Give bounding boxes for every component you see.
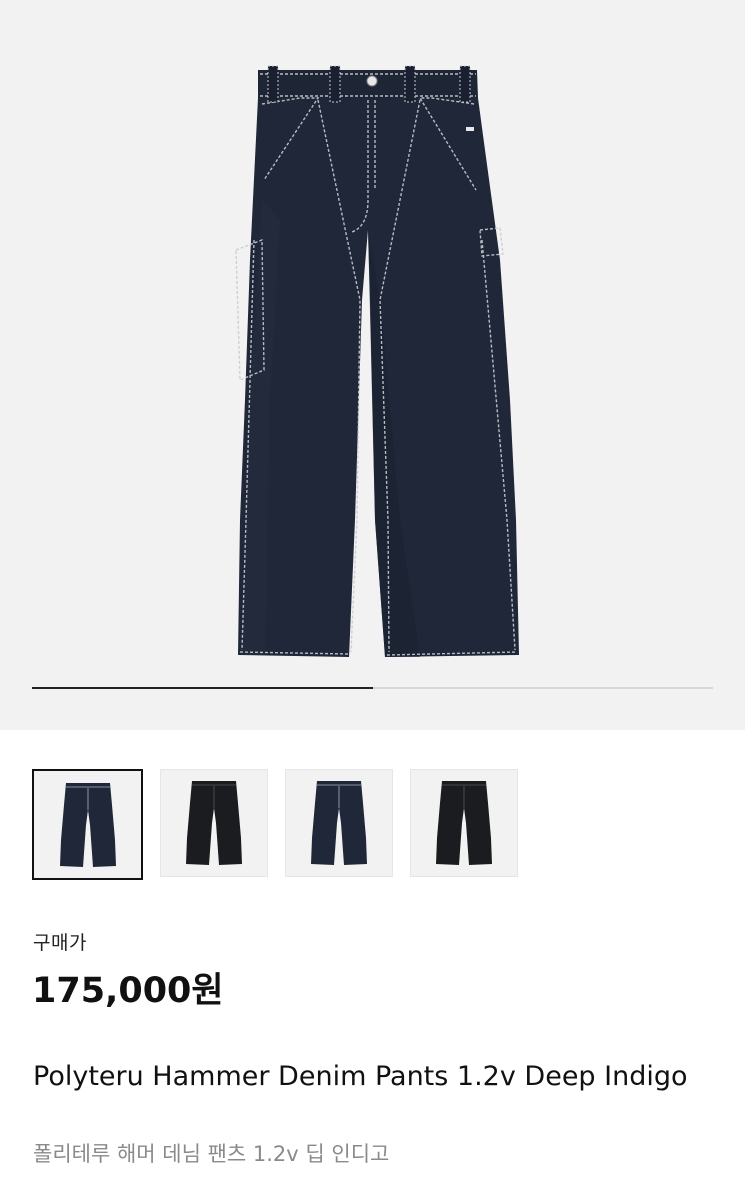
gallery-progress-bar [32, 687, 713, 689]
thumbnail-list [32, 769, 518, 880]
product-subtitle: 폴리테루 해머 데님 팬츠 1.2v 딥 인디고 [33, 1142, 390, 1166]
thumbnail-pants-image [59, 782, 116, 867]
price-value: 175,000원 [32, 971, 224, 1011]
product-main-image [235, 65, 519, 657]
thumbnail-deep-indigo-front[interactable] [32, 769, 143, 880]
thumbnail-black-front[interactable] [160, 769, 268, 877]
thumbnail-pants-image [436, 781, 492, 865]
price-label: 구매가 [33, 932, 87, 954]
gallery-progress-fill [32, 687, 373, 689]
thumbnail-black-back[interactable] [410, 769, 518, 877]
product-title: Polyteru Hammer Denim Pants 1.2v Deep In… [33, 1061, 688, 1092]
product-image-gallery[interactable] [0, 0, 745, 730]
thumbnail-pants-image [311, 781, 367, 865]
thumbnail-pants-image [186, 781, 242, 865]
thumbnail-deep-indigo-back[interactable] [285, 769, 393, 877]
